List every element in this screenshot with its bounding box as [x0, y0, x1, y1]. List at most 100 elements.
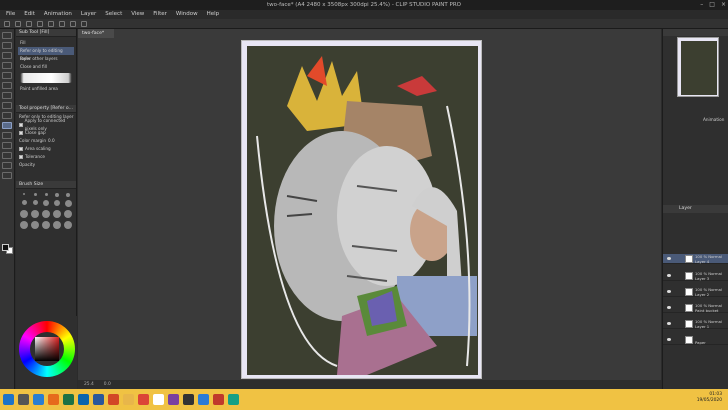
gradient-tool-icon[interactable]	[2, 132, 12, 139]
color-swatches[interactable]	[2, 244, 13, 254]
sub-tool-paint-unfilled[interactable]: Paint unfilled area	[18, 85, 74, 93]
tolerance-row[interactable]: Tolerance	[16, 153, 76, 161]
sub-tool-refer-other[interactable]: Refer other layers	[18, 55, 74, 63]
powerpoint-icon[interactable]	[108, 394, 119, 405]
menu-view[interactable]: View	[131, 10, 144, 19]
layer-row[interactable]: Paper	[663, 335, 728, 345]
apply-connected-row[interactable]: Apply to connected pixels only	[16, 118, 76, 131]
minimize-icon[interactable]: –	[700, 0, 703, 10]
brush-size-option[interactable]	[31, 210, 39, 218]
brush-size-option[interactable]	[44, 193, 48, 196]
brush-size-option[interactable]	[20, 210, 28, 218]
menu-help[interactable]: Help	[207, 10, 220, 19]
layer-row[interactable]: 100 % Normal Layer 4	[663, 254, 728, 264]
text-tool-icon[interactable]	[2, 152, 12, 159]
area-scaling-row[interactable]: Area scaling	[16, 145, 76, 153]
eraser-tool-icon[interactable]	[2, 112, 12, 119]
app-icon[interactable]	[213, 394, 224, 405]
firefox-icon[interactable]	[48, 394, 59, 405]
undo-icon[interactable]	[37, 20, 43, 27]
navigator-thumbnail[interactable]	[677, 37, 719, 97]
artwork[interactable]	[247, 46, 478, 375]
sub-tool-refer-editing[interactable]: Refer only to editing layer	[18, 47, 74, 61]
sub-tool-close-fill[interactable]: Close and fill	[18, 63, 74, 71]
fill-tool-icon[interactable]	[2, 122, 12, 129]
sub-tool-group[interactable]: Fill	[18, 39, 74, 47]
checkbox-icon[interactable]	[19, 131, 23, 135]
brush-size-option[interactable]	[53, 210, 61, 218]
brush-size-option[interactable]	[54, 200, 60, 206]
selection-tool-icon[interactable]	[2, 52, 12, 59]
move-tool-icon[interactable]	[2, 42, 12, 49]
app-icon[interactable]	[228, 394, 239, 405]
brush-size-option[interactable]	[33, 193, 37, 196]
brush-size-option[interactable]	[23, 193, 25, 195]
brush-size-option[interactable]	[21, 200, 27, 205]
saturation-square[interactable]	[35, 337, 59, 361]
brush-size-option[interactable]	[64, 210, 72, 218]
open-icon[interactable]	[15, 20, 21, 27]
menu-select[interactable]: Select	[105, 10, 122, 19]
brush-size-option[interactable]	[43, 200, 49, 206]
balloon-tool-icon[interactable]	[2, 162, 12, 169]
brush-size-option[interactable]	[42, 221, 50, 229]
zoom-tool-icon[interactable]	[2, 32, 12, 39]
checkbox-icon[interactable]	[19, 155, 23, 159]
menu-edit[interactable]: Edit	[24, 10, 35, 19]
ruler-tool-icon[interactable]	[2, 172, 12, 179]
color-margin-row[interactable]: Color margin 0.0	[16, 137, 76, 145]
redo-icon[interactable]	[48, 20, 54, 27]
menu-filter[interactable]: Filter	[153, 10, 167, 19]
eye-icon[interactable]	[667, 306, 671, 309]
brush-size-option[interactable]	[31, 221, 39, 229]
clip-studio-icon[interactable]	[153, 394, 164, 405]
brush-size-option[interactable]	[32, 200, 38, 205]
start-icon[interactable]	[3, 394, 14, 405]
deselect-icon[interactable]	[81, 20, 87, 27]
transform-icon[interactable]	[70, 20, 76, 27]
checkbox-icon[interactable]	[19, 147, 23, 151]
close-icon[interactable]: ×	[721, 0, 726, 10]
folder-icon[interactable]	[123, 394, 134, 405]
task-view-icon[interactable]	[18, 394, 29, 405]
menu-file[interactable]: File	[6, 10, 15, 19]
eye-icon[interactable]	[667, 338, 671, 341]
edge-icon[interactable]	[33, 394, 44, 405]
zoom-level[interactable]: 25.4	[84, 380, 94, 389]
foreground-color-swatch[interactable]	[2, 244, 9, 251]
color-wheel[interactable]	[19, 321, 75, 377]
document-tab[interactable]: two-face*	[78, 29, 115, 38]
menu-layer[interactable]: Layer	[81, 10, 96, 19]
eye-icon[interactable]	[667, 257, 671, 260]
canvas-area[interactable]: two-face*	[78, 29, 661, 389]
layer-row[interactable]: 100 % Normal Layer 1	[663, 319, 728, 329]
save-icon[interactable]	[26, 20, 32, 27]
chrome-icon[interactable]	[138, 394, 149, 405]
outlook-icon[interactable]	[78, 394, 89, 405]
clear-icon[interactable]	[59, 20, 65, 27]
airbrush-tool-icon[interactable]	[2, 102, 12, 109]
menu-window[interactable]: Window	[176, 10, 198, 19]
animation-tab[interactable]: Animation	[703, 117, 724, 122]
app-icon[interactable]	[198, 394, 209, 405]
new-icon[interactable]	[4, 20, 10, 27]
brush-size-option[interactable]	[55, 193, 59, 197]
layer-row[interactable]: 100 % Normal Layer 2	[663, 287, 728, 297]
app-icon[interactable]	[168, 394, 179, 405]
rotation-value[interactable]: 0.0	[104, 380, 111, 389]
word-icon[interactable]	[93, 394, 104, 405]
system-clock[interactable]: 01:03 19/05/2020	[697, 392, 722, 404]
brush-size-option[interactable]	[42, 210, 50, 218]
checkbox-icon[interactable]	[19, 123, 23, 127]
brush-size-option[interactable]	[64, 200, 72, 207]
brush-size-option[interactable]	[53, 221, 61, 229]
canvas-page[interactable]	[241, 40, 482, 379]
layer-row[interactable]: 100 % Normal Paint bucket	[663, 303, 728, 313]
brush-tool-icon[interactable]	[2, 92, 12, 99]
pen-tool-icon[interactable]	[2, 72, 12, 79]
opacity-row[interactable]: Opacity	[16, 161, 76, 169]
brush-size-option[interactable]	[64, 221, 72, 229]
menu-animation[interactable]: Animation	[44, 10, 72, 19]
excel-icon[interactable]	[63, 394, 74, 405]
layer-row[interactable]: 100 % Normal Layer 3	[663, 271, 728, 281]
